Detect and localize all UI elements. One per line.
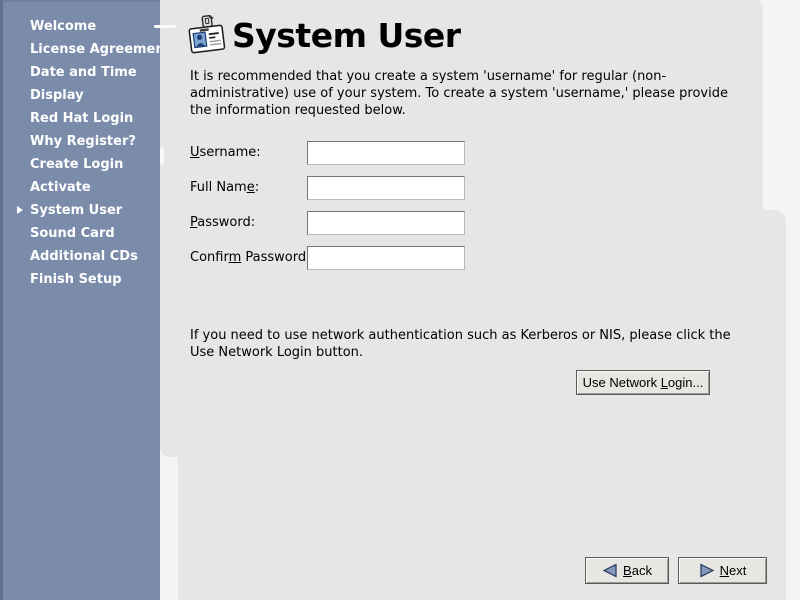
- intro-line: the information requested below.: [190, 102, 710, 119]
- sidebar-item-label: Date and Time: [30, 65, 137, 80]
- sidebar-item-why-register[interactable]: Why Register?: [3, 130, 160, 153]
- sidebar-item-label: Create Login: [30, 157, 123, 172]
- confirm-password-row: Confirm Password:: [190, 245, 465, 270]
- panel-connector-tick: [154, 25, 176, 28]
- sidebar-item-red-hat-login[interactable]: Red Hat Login: [3, 107, 160, 130]
- full-name-row: Full Name:: [190, 175, 465, 200]
- sidebar-item-label: System User: [30, 203, 122, 218]
- sidebar-item-label: Sound Card: [30, 226, 115, 241]
- page-title: System User: [232, 16, 461, 55]
- use-network-login-label: Use Network Login...: [583, 375, 704, 390]
- sidebar-item-label: Display: [30, 88, 84, 103]
- sidebar-item-finish-setup[interactable]: Finish Setup: [3, 268, 160, 291]
- full-name-label: Full Name:: [190, 180, 307, 195]
- sidebar-item-additional-cds[interactable]: Additional CDs: [3, 245, 160, 268]
- confirm-password-input[interactable]: [307, 246, 465, 270]
- username-input[interactable]: [307, 141, 465, 165]
- current-step-arrow-icon: [17, 206, 23, 214]
- sidebar-item-label: License Agreement: [30, 42, 171, 57]
- next-arrow-icon: [699, 563, 715, 578]
- content-area: System User It is recommended that you c…: [160, 0, 800, 600]
- intro-line: It is recommended that you create a syst…: [190, 68, 710, 85]
- confirm-password-label: Confirm Password:: [190, 250, 307, 265]
- password-row: Password:: [190, 210, 465, 235]
- sidebar-item-label: Activate: [30, 180, 91, 195]
- sidebar-item-label: Welcome: [30, 19, 96, 34]
- back-button[interactable]: Back: [585, 557, 669, 584]
- full-name-input[interactable]: [307, 176, 465, 200]
- password-input[interactable]: [307, 211, 465, 235]
- sidebar-item-label: Additional CDs: [30, 249, 138, 264]
- panel-edge-tick: [160, 147, 164, 165]
- intro-line: administrative) use of your system. To c…: [190, 85, 710, 102]
- sidebar-item-label: Why Register?: [30, 134, 136, 149]
- id-badge-icon: [186, 12, 228, 58]
- sidebar-item-label: Finish Setup: [30, 272, 122, 287]
- back-arrow-icon: [602, 563, 618, 578]
- sidebar-item-sound-card[interactable]: Sound Card: [3, 222, 160, 245]
- sidebar-item-date-and-time[interactable]: Date and Time: [3, 61, 160, 84]
- use-network-login-button[interactable]: Use Network Login...: [576, 370, 710, 395]
- username-row: Username:: [190, 140, 465, 165]
- sidebar-item-welcome[interactable]: Welcome: [3, 15, 160, 38]
- wizard-steps-sidebar: Welcome License Agreement Date and Time …: [0, 0, 160, 600]
- network-auth-text: If you need to use network authenticatio…: [190, 327, 730, 361]
- sidebar-item-activate[interactable]: Activate: [3, 176, 160, 199]
- back-label: Back: [623, 563, 652, 578]
- sidebar-item-create-login[interactable]: Create Login: [3, 153, 160, 176]
- password-label: Password:: [190, 215, 307, 230]
- next-button[interactable]: Next: [678, 557, 767, 584]
- intro-text: It is recommended that you create a syst…: [190, 68, 710, 119]
- sidebar-item-system-user[interactable]: System User: [3, 199, 160, 222]
- network-auth-line: If you need to use network authenticatio…: [190, 327, 730, 344]
- network-auth-line: Use Network Login button.: [190, 344, 730, 361]
- sidebar-item-license-agreement[interactable]: License Agreement: [3, 38, 160, 61]
- sidebar-item-label: Red Hat Login: [30, 111, 133, 126]
- sidebar-item-display[interactable]: Display: [3, 84, 160, 107]
- next-label: Next: [720, 563, 747, 578]
- username-label: Username:: [190, 145, 307, 160]
- setup-agent-window: Welcome License Agreement Date and Time …: [0, 0, 800, 600]
